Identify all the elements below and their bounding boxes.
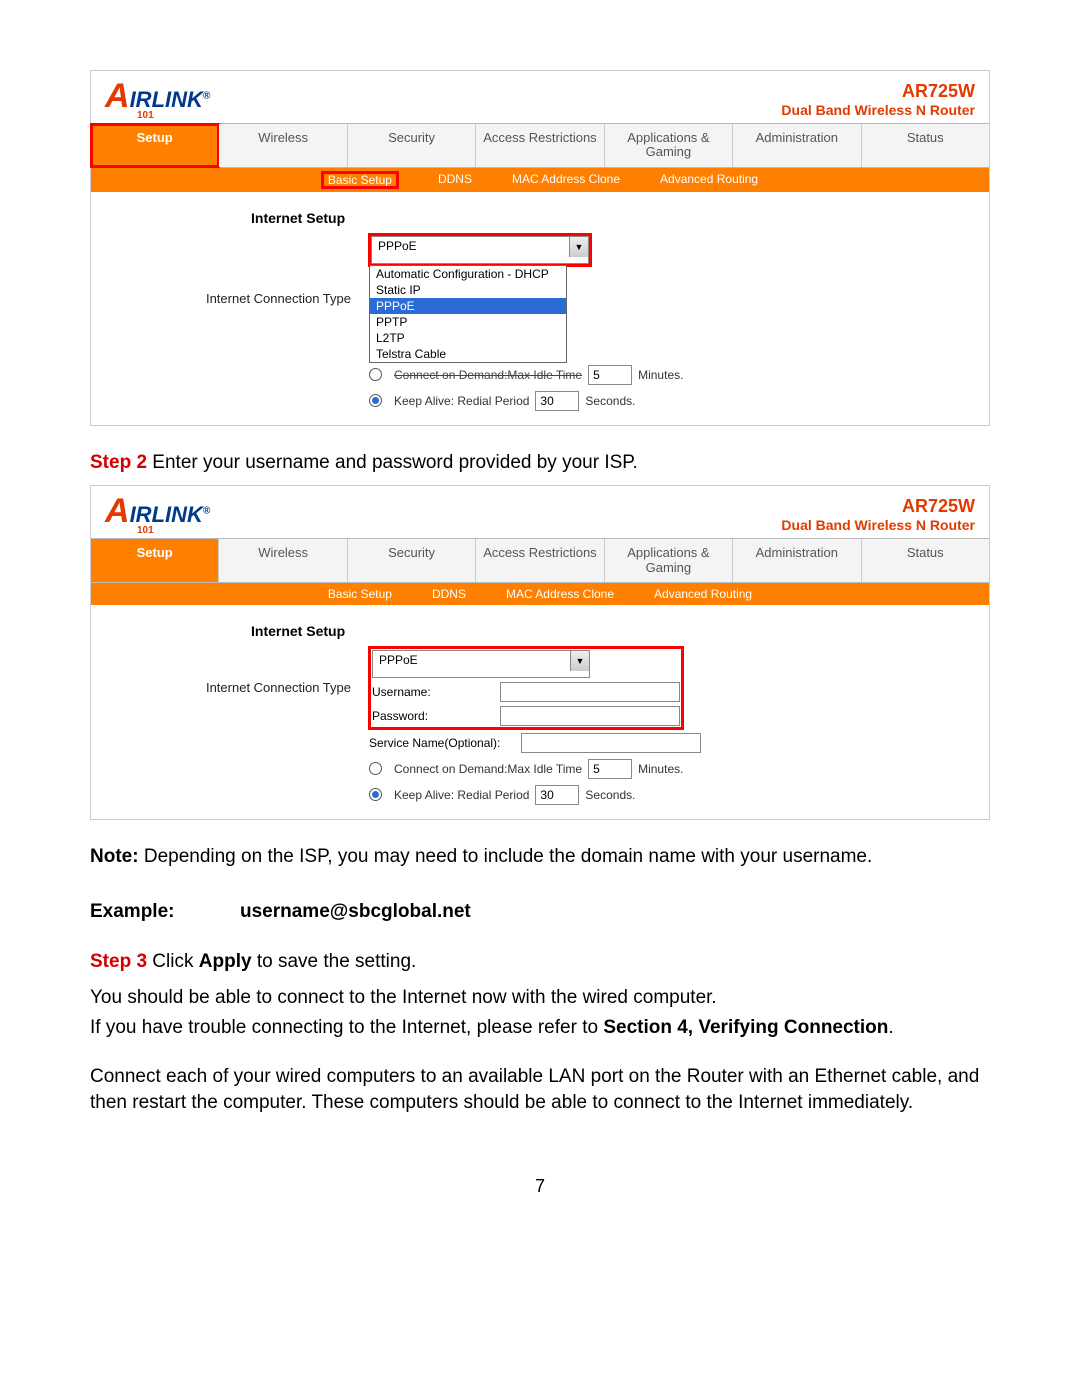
- username-input[interactable]: [500, 682, 680, 702]
- conn-type-select[interactable]: PPPoE▼: [372, 650, 590, 678]
- cod-unit: Minutes.: [638, 762, 683, 776]
- subtab-basic[interactable]: Basic Setup: [322, 172, 398, 188]
- cod-unit: Minutes.: [638, 368, 683, 382]
- tab-wireless[interactable]: Wireless: [219, 124, 347, 167]
- model-name: AR725W: [781, 81, 975, 102]
- tab-access[interactable]: Access Restrictions: [476, 539, 604, 582]
- tab-status[interactable]: Status: [862, 124, 989, 167]
- tab-wireless[interactable]: Wireless: [219, 539, 347, 582]
- tab-access[interactable]: Access Restrictions: [476, 124, 604, 167]
- para-connect-now: You should be able to connect to the Int…: [90, 985, 990, 1011]
- keep-alive-input[interactable]: [535, 391, 579, 411]
- brand-logo: AIRLINK®101: [105, 492, 210, 536]
- option-pptp[interactable]: PPTP: [370, 314, 566, 330]
- radio-connect-on-demand[interactable]: [369, 762, 382, 775]
- tab-apps[interactable]: Applications & Gaming: [605, 539, 733, 582]
- option-l2tp[interactable]: L2TP: [370, 330, 566, 346]
- option-pppoe[interactable]: PPPoE: [370, 298, 566, 314]
- brand-logo: AIRLINK®101: [105, 77, 210, 121]
- keep-alive-input[interactable]: [535, 785, 579, 805]
- main-tabs: Setup Wireless Security Access Restricti…: [91, 123, 989, 168]
- model-subtitle: Dual Band Wireless N Router: [781, 102, 975, 118]
- password-input[interactable]: [500, 706, 680, 726]
- sub-tabs: Basic Setup DDNS MAC Address Clone Advan…: [91, 168, 989, 192]
- note-text: Note: Depending on the ISP, you may need…: [90, 844, 990, 870]
- router-screenshot-1: AIRLINK®101 AR725W Dual Band Wireless N …: [90, 70, 990, 426]
- radio-keep-alive[interactable]: [369, 788, 382, 801]
- keep-alive-label: Keep Alive: Redial Period: [394, 788, 529, 802]
- keep-alive-label: Keep Alive: Redial Period: [394, 394, 529, 408]
- service-label: Service Name(Optional):: [369, 736, 513, 750]
- conn-type-dropdown[interactable]: Automatic Configuration - DHCP Static IP…: [369, 265, 567, 363]
- example-line: Example:username@sbcglobal.net: [90, 901, 990, 923]
- section-title: Internet Setup: [251, 623, 989, 639]
- model-subtitle: Dual Band Wireless N Router: [781, 517, 975, 533]
- tab-apps[interactable]: Applications & Gaming: [605, 124, 733, 167]
- subtab-basic[interactable]: Basic Setup: [328, 587, 392, 601]
- chevron-down-icon: ▼: [569, 237, 588, 257]
- cod-label-obscured: Connect on Demand:Max Idle Time: [394, 368, 582, 382]
- step3-text: Step 3 Click Apply to save the setting.: [90, 949, 990, 975]
- tab-security[interactable]: Security: [348, 124, 476, 167]
- model-name: AR725W: [781, 496, 975, 517]
- username-label: Username:: [372, 685, 492, 699]
- radio-connect-on-demand[interactable]: [369, 368, 382, 381]
- router-screenshot-2: AIRLINK®101 AR725W Dual Band Wireless N …: [90, 485, 990, 820]
- subtab-routing[interactable]: Advanced Routing: [654, 587, 752, 601]
- option-dhcp[interactable]: Automatic Configuration - DHCP: [370, 266, 566, 282]
- keep-alive-unit: Seconds.: [585, 394, 635, 408]
- service-input[interactable]: [521, 733, 701, 753]
- conn-type-label: Internet Connection Type: [91, 680, 369, 695]
- subtab-ddns[interactable]: DDNS: [438, 172, 472, 188]
- subtab-mac[interactable]: MAC Address Clone: [512, 172, 620, 188]
- radio-keep-alive[interactable]: [369, 394, 382, 407]
- tab-admin[interactable]: Administration: [733, 124, 861, 167]
- tab-setup[interactable]: Setup: [91, 124, 219, 167]
- section-title: Internet Setup: [251, 210, 989, 226]
- keep-alive-unit: Seconds.: [585, 788, 635, 802]
- option-static[interactable]: Static IP: [370, 282, 566, 298]
- page-number: 7: [90, 1176, 990, 1197]
- tab-status[interactable]: Status: [862, 539, 989, 582]
- cod-label: Connect on Demand:Max Idle Time: [394, 762, 582, 776]
- subtab-routing[interactable]: Advanced Routing: [660, 172, 758, 188]
- main-tabs: Setup Wireless Security Access Restricti…: [91, 538, 989, 583]
- subtab-ddns[interactable]: DDNS: [432, 587, 466, 601]
- tab-setup[interactable]: Setup: [91, 539, 219, 582]
- conn-type-label: Internet Connection Type: [91, 291, 369, 306]
- subtab-mac[interactable]: MAC Address Clone: [506, 587, 614, 601]
- tab-security[interactable]: Security: [348, 539, 476, 582]
- para-trouble: If you have trouble connecting to the In…: [90, 1015, 990, 1041]
- password-label: Password:: [372, 709, 492, 723]
- cod-minutes-input[interactable]: [588, 759, 632, 779]
- tab-admin[interactable]: Administration: [733, 539, 861, 582]
- cod-minutes-input[interactable]: [588, 365, 632, 385]
- sub-tabs: Basic Setup DDNS MAC Address Clone Advan…: [91, 583, 989, 605]
- chevron-down-icon: ▼: [570, 651, 589, 671]
- step2-text: Step 2 Enter your username and password …: [90, 450, 990, 476]
- conn-type-select[interactable]: PPPoE ▼: [371, 236, 589, 264]
- para-lan: Connect each of your wired computers to …: [90, 1064, 990, 1115]
- option-telstra[interactable]: Telstra Cable: [370, 346, 566, 362]
